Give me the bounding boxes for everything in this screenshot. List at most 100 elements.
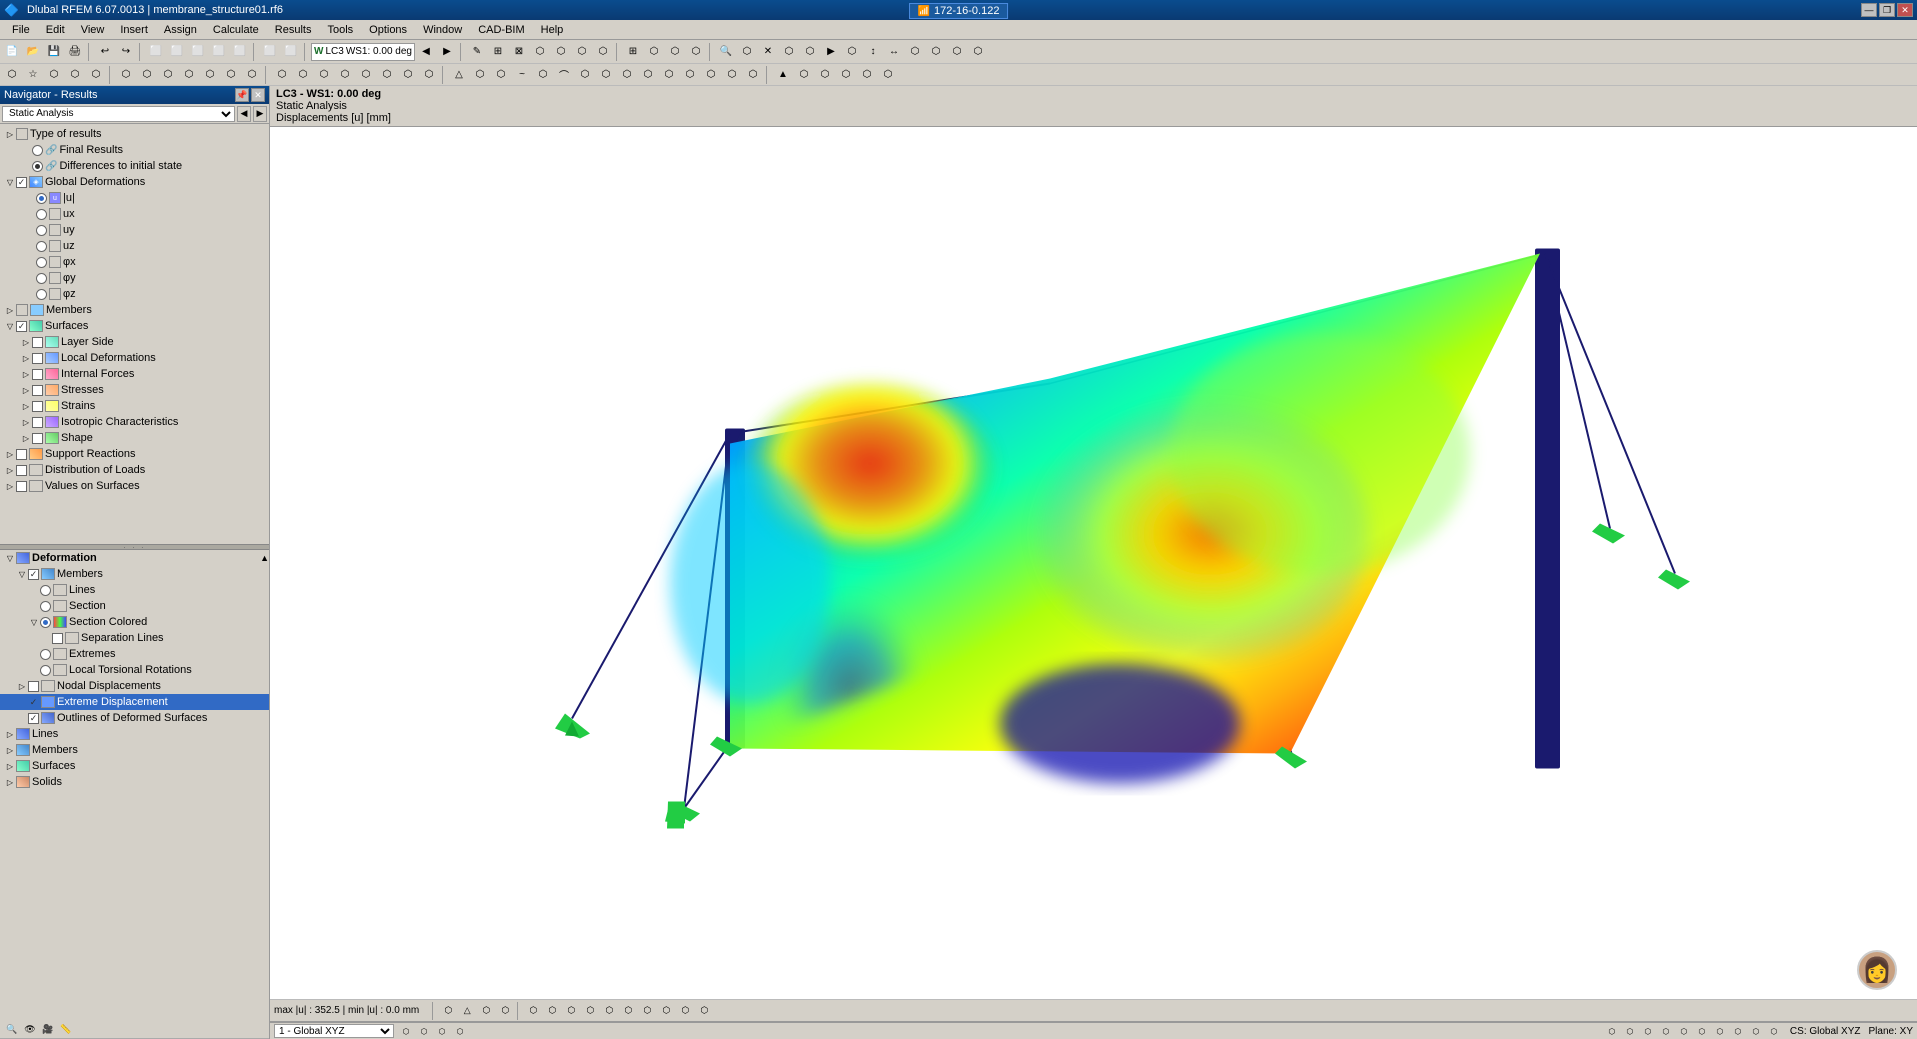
tree-internal-forces[interactable]: ▷ Internal Forces <box>0 366 269 382</box>
tree-phiy[interactable]: φy <box>0 270 269 286</box>
radio-differences[interactable] <box>32 161 43 172</box>
tb-btn25[interactable]: ⬡ <box>800 42 820 62</box>
tb-print[interactable]: 🖨 <box>65 42 85 62</box>
tb2-btn6[interactable]: ⬡ <box>116 65 136 85</box>
tb2-btn12[interactable]: ⬡ <box>242 65 262 85</box>
checkbox-type-results[interactable] <box>16 128 28 140</box>
lc-prev[interactable]: ◀ <box>416 42 436 62</box>
tb-btn20[interactable]: ⬡ <box>686 42 706 62</box>
checkbox-values-surfaces[interactable] <box>16 481 27 492</box>
nav-icon-2[interactable]: 👁 <box>22 1022 38 1038</box>
status-rbtn10[interactable]: ⬡ <box>1766 1024 1782 1038</box>
tb-btn12[interactable]: ⊠ <box>509 42 529 62</box>
tb2-btn34[interactable]: ⬡ <box>722 65 742 85</box>
bot-tb4[interactable]: ⬡ <box>496 1002 514 1020</box>
close-btn[interactable]: ✕ <box>1897 3 1913 17</box>
expand-surfaces-section[interactable]: ▷ <box>4 760 16 772</box>
checkbox-global-def[interactable] <box>16 177 27 188</box>
checkbox-internal-forces[interactable] <box>32 369 43 380</box>
tree-extremes[interactable]: Extremes <box>0 646 269 662</box>
nav-close-btn[interactable]: ✕ <box>251 88 265 102</box>
tree-members[interactable]: ▷ Members <box>0 302 269 318</box>
tree-nodal-disp[interactable]: ▷ Nodal Displacements <box>0 678 269 694</box>
tree-isotropic[interactable]: ▷ Isotropic Characteristics <box>0 414 269 430</box>
tb2-btn9[interactable]: ⬡ <box>179 65 199 85</box>
tb2-btn18[interactable]: ⬡ <box>377 65 397 85</box>
tree-distribution[interactable]: ▷ Distribution of Loads <box>0 462 269 478</box>
expand-values-surfaces[interactable]: ▷ <box>4 480 16 492</box>
menu-view[interactable]: View <box>73 22 113 38</box>
checkbox-distribution[interactable] <box>16 465 27 476</box>
tree-members-section[interactable]: ▷ Members <box>0 742 269 758</box>
tb-btn32[interactable]: ⬡ <box>947 42 967 62</box>
tree-values-surfaces[interactable]: ▷ Values on Surfaces <box>0 478 269 494</box>
tb-btn27[interactable]: ⬡ <box>842 42 862 62</box>
tb2-btn15[interactable]: ⬡ <box>314 65 334 85</box>
menu-file[interactable]: File <box>4 22 38 38</box>
menu-tools[interactable]: Tools <box>319 22 361 38</box>
tb-btn21[interactable]: 🔍 <box>716 42 736 62</box>
checkbox-shape[interactable] <box>32 433 43 444</box>
menu-insert[interactable]: Insert <box>112 22 156 38</box>
tb2-btn1[interactable]: ⬡ <box>2 65 22 85</box>
tb-btn4[interactable]: ⬜ <box>167 42 187 62</box>
menu-window[interactable]: Window <box>415 22 470 38</box>
tree-local-deformations[interactable]: ▷ Local Deformations <box>0 350 269 366</box>
bot-tb11[interactable]: ⬡ <box>638 1002 656 1020</box>
tb2-btn13[interactable]: ⬡ <box>272 65 292 85</box>
status-rbtn9[interactable]: ⬡ <box>1748 1024 1764 1038</box>
checkbox-support[interactable] <box>16 449 27 460</box>
bot-tb1[interactable]: ⬡ <box>439 1002 457 1020</box>
nav-dropdown[interactable]: Static Analysis <box>2 106 235 122</box>
tb-btn19[interactable]: ⬡ <box>665 42 685 62</box>
checkbox-outlines[interactable] <box>28 713 39 724</box>
checkbox-nodal[interactable] <box>28 681 39 692</box>
status-rbtn6[interactable]: ⬡ <box>1694 1024 1710 1038</box>
tb-btn3[interactable]: ⬜ <box>146 42 166 62</box>
tb-btn7[interactable]: ⬜ <box>230 42 250 62</box>
tb-btn28[interactable]: ↕ <box>863 42 883 62</box>
tb2-btn11[interactable]: ⬡ <box>221 65 241 85</box>
expand-stresses[interactable]: ▷ <box>20 384 32 396</box>
expand-strains[interactable]: ▷ <box>20 400 32 412</box>
tree-section-colored[interactable]: ▽ Section Colored <box>0 614 269 630</box>
tb2-btn29[interactable]: ⬡ <box>617 65 637 85</box>
tb-open[interactable]: 📂 <box>23 42 43 62</box>
expand-internal-forces[interactable]: ▷ <box>20 368 32 380</box>
tree-type-results[interactable]: ▷ Type of results <box>0 126 269 142</box>
menu-results[interactable]: Results <box>267 22 320 38</box>
nav-arrow-left[interactable]: ◀ <box>237 106 251 122</box>
tb-redo[interactable]: ↪ <box>116 42 136 62</box>
bot-tb8[interactable]: ⬡ <box>581 1002 599 1020</box>
tb2-btn8[interactable]: ⬡ <box>158 65 178 85</box>
tb-btn9[interactable]: ⬜ <box>281 42 301 62</box>
tb2-btn2[interactable]: ☆ <box>23 65 43 85</box>
tree-phiz[interactable]: φz <box>0 286 269 302</box>
tb2-btn3[interactable]: ⬡ <box>44 65 64 85</box>
status-icon3[interactable]: ⬡ <box>434 1024 450 1038</box>
bot-tb7[interactable]: ⬡ <box>562 1002 580 1020</box>
tb2-btn25[interactable]: ⬡ <box>533 65 553 85</box>
radio-extremes[interactable] <box>40 649 51 660</box>
tb-btn17[interactable]: ⊞ <box>623 42 643 62</box>
status-rbtn1[interactable]: ⬡ <box>1604 1024 1620 1038</box>
bot-tb5[interactable]: ⬡ <box>524 1002 542 1020</box>
expand-type-results[interactable]: ▷ <box>4 128 16 140</box>
radio-section-colored[interactable] <box>40 617 51 628</box>
tree-separation-lines[interactable]: Separation Lines <box>0 630 269 646</box>
nav-pin-btn[interactable]: 📌 <box>235 88 249 102</box>
expand-solids[interactable]: ▷ <box>4 776 16 788</box>
title-bar-controls[interactable]: 📶 172-16-0.122 — ❐ ✕ <box>1861 3 1913 17</box>
bot-tb6[interactable]: ⬡ <box>543 1002 561 1020</box>
tb-btn13[interactable]: ⬡ <box>530 42 550 62</box>
tb-btn11[interactable]: ⊞ <box>488 42 508 62</box>
tree-differences[interactable]: 🔗 Differences to initial state <box>0 158 269 174</box>
coord-system-select[interactable]: 1 - Global XYZ <box>274 1024 394 1038</box>
radio-ux[interactable] <box>36 209 47 220</box>
radio-phix[interactable] <box>36 257 47 268</box>
minimize-btn[interactable]: — <box>1861 3 1877 17</box>
tree-lines[interactable]: Lines <box>0 582 269 598</box>
status-rbtn8[interactable]: ⬡ <box>1730 1024 1746 1038</box>
expand-lines-section[interactable]: ▷ <box>4 728 16 740</box>
tb2-btn20[interactable]: ⬡ <box>419 65 439 85</box>
